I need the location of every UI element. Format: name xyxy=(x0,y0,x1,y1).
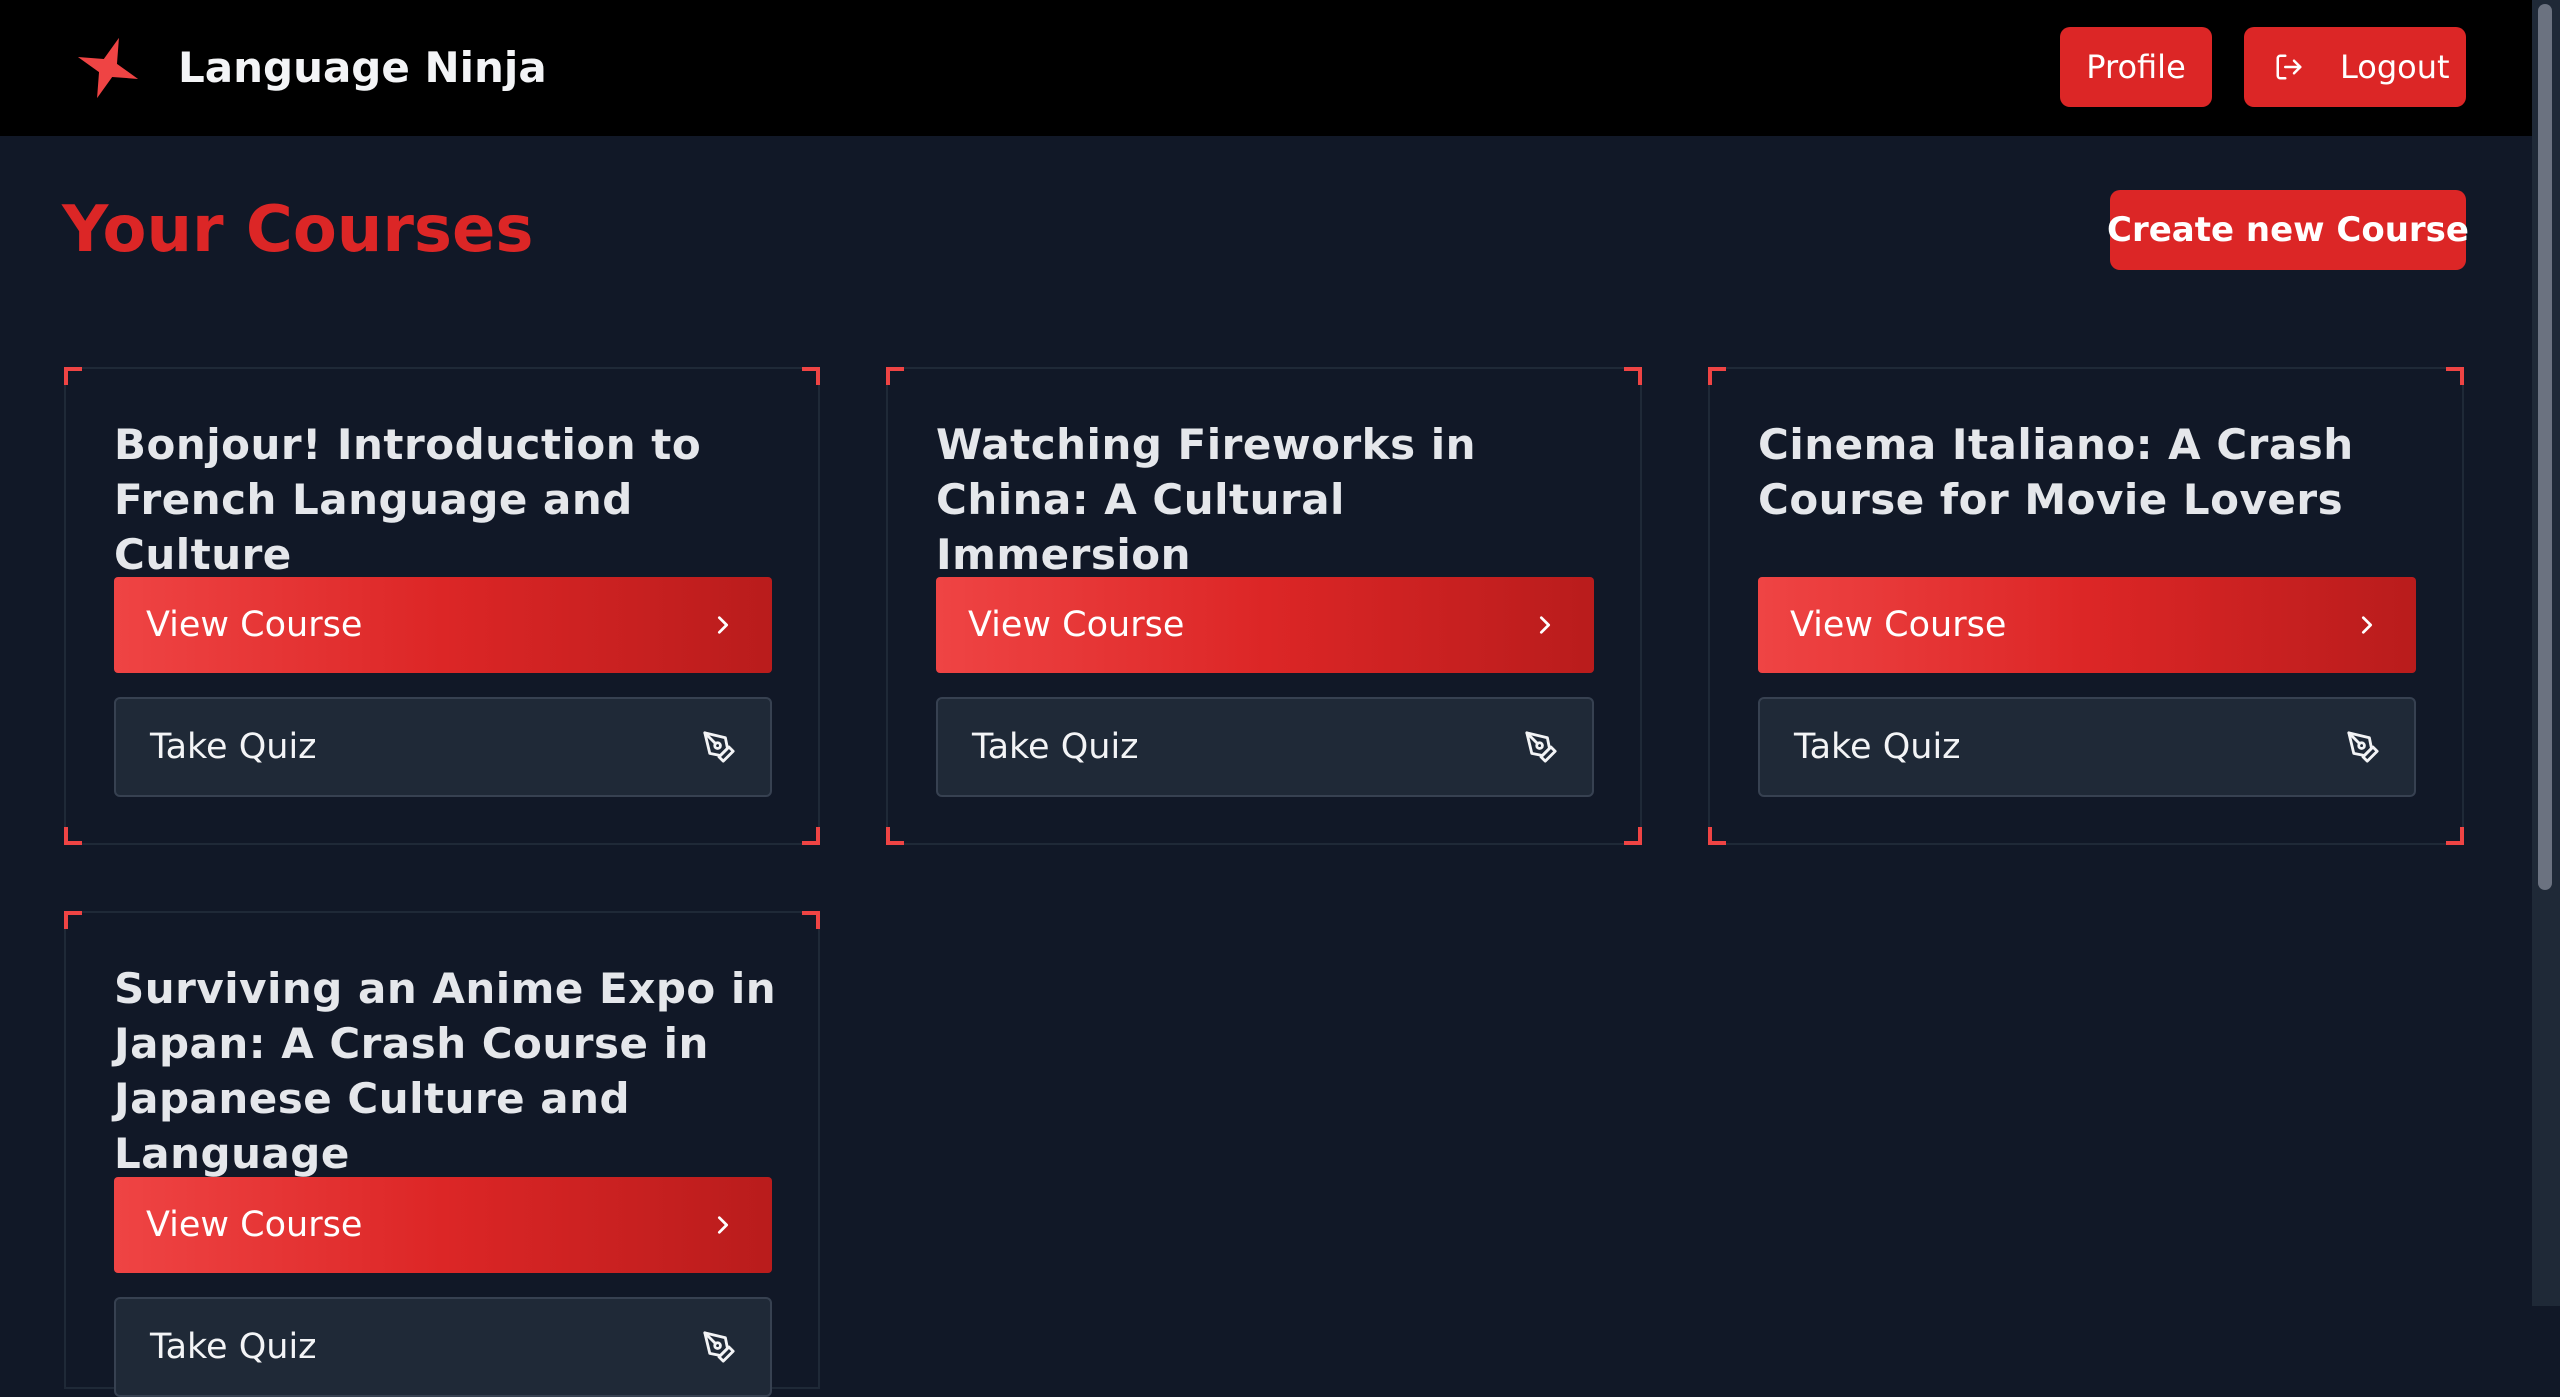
chevron-right-icon xyxy=(717,616,729,634)
logout-button[interactable]: Logout xyxy=(2244,27,2466,107)
sparkle-icon[interactable] xyxy=(72,32,144,104)
chevron-right-icon xyxy=(717,1216,729,1234)
profile-button[interactable]: Profile xyxy=(2060,27,2212,107)
course-title: Cinema Italiano: A Crash Course for Movi… xyxy=(1758,420,2354,524)
create-course-button[interactable]: Create new Course xyxy=(2107,190,2469,270)
view-course-label: View Course xyxy=(146,1205,363,1245)
corner-accent xyxy=(802,827,820,845)
view-course-label: View Course xyxy=(1790,605,2007,645)
course-title: Bonjour! Introduction to French Language… xyxy=(114,420,702,579)
view-course-button[interactable]: View Course xyxy=(114,1177,772,1273)
corner-accent xyxy=(1708,367,1726,385)
take-quiz-label: Take Quiz xyxy=(150,727,317,767)
corner-accent xyxy=(64,827,82,845)
chevron-right-icon xyxy=(2361,616,2373,634)
pen-tool-icon xyxy=(2347,731,2379,763)
view-course-label: View Course xyxy=(968,605,1185,645)
corner-accent xyxy=(802,911,820,929)
corner-accent xyxy=(1708,827,1726,845)
corner-accent xyxy=(886,367,904,385)
view-course-button[interactable]: View Course xyxy=(114,577,772,673)
corner-accent xyxy=(802,367,820,385)
page-title: Your Courses xyxy=(62,193,534,267)
corner-accent xyxy=(886,827,904,845)
chevron-right-icon xyxy=(1539,616,1551,634)
pen-tool-icon xyxy=(703,1331,735,1363)
scrollbar-thumb[interactable] xyxy=(2538,4,2552,890)
take-quiz-label: Take Quiz xyxy=(150,1327,317,1367)
corner-accent xyxy=(64,911,82,929)
view-course-label: View Course xyxy=(146,605,363,645)
corner-accent xyxy=(64,367,82,385)
logout-icon xyxy=(2276,54,2302,80)
take-quiz-button[interactable]: Take Quiz xyxy=(936,697,1594,797)
course-card: Surviving an Anime Expo in Japan: A Cras… xyxy=(64,911,820,1397)
top-header: Language Ninja Profile Logout xyxy=(0,0,2532,136)
app-title[interactable]: Language Ninja xyxy=(178,40,547,96)
pen-tool-icon xyxy=(703,731,735,763)
course-card: Bonjour! Introduction to French Language… xyxy=(64,367,820,845)
course-title: Surviving an Anime Expo in Japan: A Cras… xyxy=(114,964,777,1178)
take-quiz-label: Take Quiz xyxy=(972,727,1139,767)
take-quiz-button[interactable]: Take Quiz xyxy=(1758,697,2416,797)
view-course-button[interactable]: View Course xyxy=(936,577,1594,673)
take-quiz-button[interactable]: Take Quiz xyxy=(114,697,772,797)
course-title: Watching Fireworks in China: A Cultural … xyxy=(936,420,1477,579)
take-quiz-label: Take Quiz xyxy=(1794,727,1961,767)
pen-tool-icon xyxy=(1525,731,1557,763)
corner-accent xyxy=(1624,367,1642,385)
corner-accent xyxy=(1624,827,1642,845)
course-card: Watching Fireworks in China: A Cultural … xyxy=(886,367,1642,845)
logout-label: Logout xyxy=(2340,48,2450,86)
take-quiz-button[interactable]: Take Quiz xyxy=(114,1297,772,1397)
course-card: Cinema Italiano: A Crash Course for Movi… xyxy=(1708,367,2464,845)
corner-accent xyxy=(2446,367,2464,385)
view-course-button[interactable]: View Course xyxy=(1758,577,2416,673)
corner-accent xyxy=(2446,827,2464,845)
